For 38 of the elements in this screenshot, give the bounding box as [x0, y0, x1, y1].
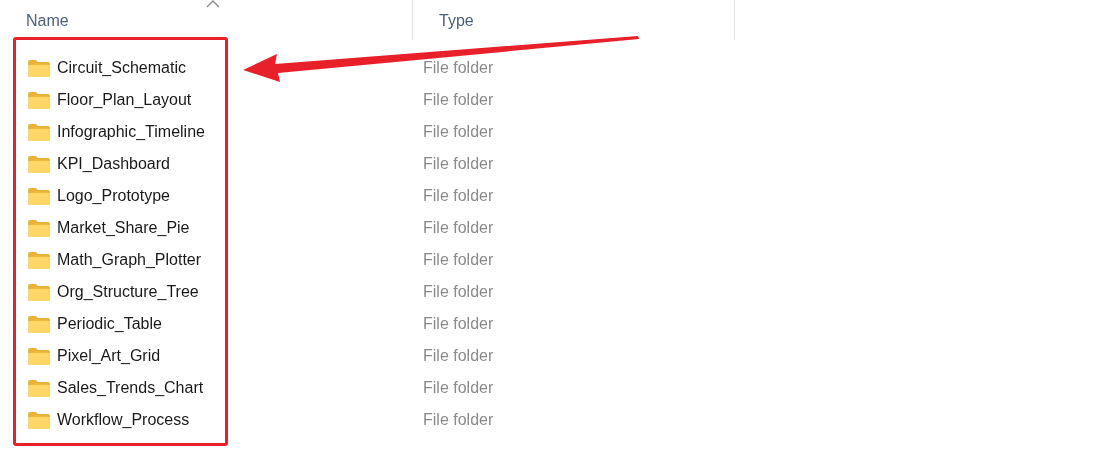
- folder-icon: [28, 379, 50, 397]
- folder-icon: [28, 155, 50, 173]
- folder-name[interactable]: KPI_Dashboard: [57, 155, 170, 173]
- folder-icon: [28, 347, 50, 365]
- type-cell-text: File folder: [422, 251, 495, 269]
- folder-icon: [28, 59, 50, 77]
- type-cell-text: File folder: [422, 283, 495, 301]
- folder-icon: [28, 123, 50, 141]
- folder-name[interactable]: Pixel_Art_Grid: [57, 347, 161, 365]
- folder-name[interactable]: Circuit_Schematic: [57, 59, 186, 77]
- folder-icon: [28, 187, 50, 205]
- type-cell-text: File folder: [422, 347, 495, 365]
- folder-icon: [28, 411, 50, 429]
- sort-caret-icon: [206, 0, 220, 8]
- folder-name[interactable]: Floor_Plan_Layout: [57, 91, 192, 109]
- folder-name[interactable]: Math_Graph_Plotter: [57, 251, 202, 269]
- folder-name[interactable]: Periodic_Table: [57, 315, 162, 333]
- folder-name[interactable]: Logo_Prototype: [57, 187, 170, 205]
- folder-name[interactable]: Workflow_Process: [57, 411, 190, 429]
- type-cell-text: File folder: [422, 379, 495, 397]
- folder-icon: [28, 315, 50, 333]
- column-header[interactable]: Name: [0, 0, 413, 40]
- folder-name[interactable]: Infographic_Timeline: [57, 123, 205, 141]
- folder-name[interactable]: Sales_Trends_Chart: [57, 379, 204, 397]
- type-cell-text: File folder: [422, 91, 495, 109]
- folder-name[interactable]: Market_Share_Pie: [57, 219, 190, 237]
- folder-icon: [28, 283, 50, 301]
- folder-icon: [28, 91, 50, 109]
- folder-icon: [28, 219, 50, 237]
- type-cell-text: File folder: [422, 411, 495, 429]
- type-cell-text: File folder: [422, 155, 495, 173]
- folder-icon: [28, 251, 50, 269]
- type-cell-text: File folder: [422, 315, 495, 333]
- type-cell-text: File folder: [422, 123, 495, 141]
- type-cell-text: File folder: [422, 187, 495, 205]
- type-cell-text: File folder: [422, 59, 495, 77]
- folder-name[interactable]: Org_Structure_Tree: [57, 283, 199, 301]
- type-cell-text: File folder: [422, 219, 495, 237]
